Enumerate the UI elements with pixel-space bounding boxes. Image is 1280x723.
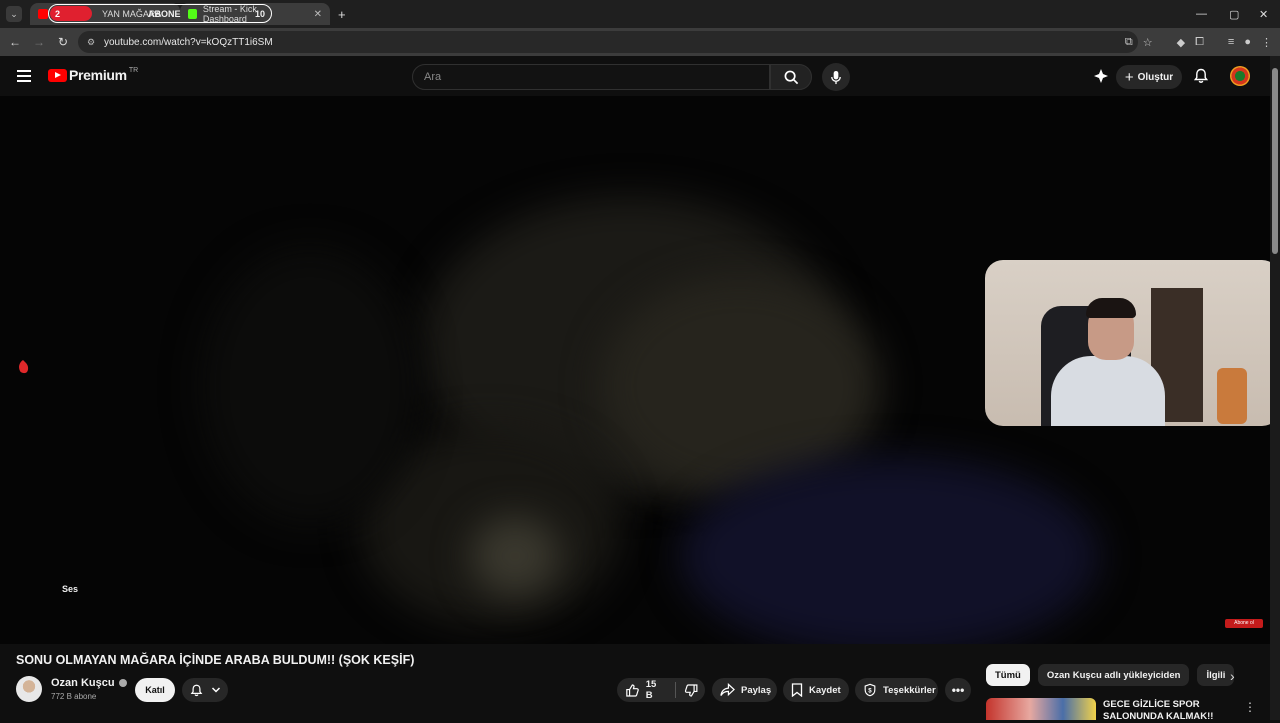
create-button[interactable]: + Oluştur bbox=[1116, 65, 1182, 89]
chevron-down-icon bbox=[211, 687, 220, 693]
join-button[interactable]: Katıl bbox=[135, 678, 175, 702]
youtube-favicon-icon bbox=[38, 9, 48, 19]
streamer-body-image bbox=[1051, 356, 1165, 426]
share-icon bbox=[720, 683, 735, 697]
subscriber-goal-overlay: 2 ABONE 10 bbox=[48, 4, 272, 23]
logo-text: Premium bbox=[69, 67, 127, 83]
recommended-video-thumbnail[interactable] bbox=[986, 698, 1096, 720]
bottle-image bbox=[1217, 368, 1247, 424]
chip-from-uploader[interactable]: Ozan Kuşcu adlı yükleyiciden bbox=[1037, 664, 1190, 686]
media-control-icon[interactable]: ≡ bbox=[1228, 36, 1234, 48]
like-count: 15 B bbox=[645, 679, 657, 701]
channel-watermark-icon bbox=[19, 360, 29, 374]
reload-button[interactable]: ↻ bbox=[51, 35, 75, 49]
svg-text:$: $ bbox=[868, 688, 872, 695]
extension-diamond-icon[interactable]: ◆ bbox=[1177, 36, 1185, 49]
like-dislike-group: 15 B bbox=[617, 678, 705, 702]
dislike-thumb-icon[interactable] bbox=[684, 683, 699, 698]
forward-button[interactable]: → bbox=[27, 35, 51, 49]
hamburger-menu-icon[interactable] bbox=[17, 70, 31, 82]
tab-close-icon[interactable]: ✕ bbox=[314, 9, 322, 20]
page-scrollbar[interactable] bbox=[1270, 56, 1280, 720]
bookmark-icon bbox=[791, 683, 803, 697]
bookmark-star-icon[interactable]: ☆ bbox=[1143, 36, 1153, 49]
sparkle-icon[interactable] bbox=[1093, 68, 1109, 84]
video-overlay-text: Ses bbox=[62, 584, 79, 594]
back-button[interactable]: ← bbox=[3, 35, 27, 49]
profile-icon[interactable]: ● bbox=[1244, 36, 1251, 48]
verified-badge-icon bbox=[118, 679, 127, 687]
channel-avatar[interactable] bbox=[16, 676, 42, 702]
tab-search-button[interactable]: ⌄ bbox=[6, 6, 22, 22]
plus-icon: + bbox=[1124, 68, 1134, 86]
country-code: TR bbox=[128, 66, 139, 74]
youtube-play-icon bbox=[48, 68, 67, 82]
create-label: Oluştur bbox=[1137, 71, 1174, 83]
search-button[interactable] bbox=[770, 64, 812, 90]
goal-target: 10 bbox=[254, 8, 265, 19]
window-close-button[interactable]: ✕ bbox=[1259, 0, 1268, 28]
user-avatar[interactable] bbox=[1230, 66, 1250, 86]
subscription-bell-button[interactable] bbox=[182, 678, 228, 702]
chip-all[interactable]: Tümü bbox=[986, 664, 1030, 686]
share-label: Paylaş bbox=[741, 684, 772, 696]
url-field[interactable]: ⚙ youtube.com/watch?v=kOQzTT1i6SM bbox=[78, 31, 1138, 53]
maximize-button[interactable]: ▢ bbox=[1229, 0, 1239, 28]
minimize-button[interactable]: — bbox=[1196, 0, 1207, 28]
like-thumb-icon[interactable] bbox=[625, 683, 640, 698]
browser-menu-icon[interactable]: ⋮ bbox=[1261, 36, 1272, 49]
recommended-more-icon[interactable]: ⋮ bbox=[1244, 700, 1256, 714]
url-text: youtube.com/watch?v=kOQzTT1i6SM bbox=[104, 36, 273, 48]
search-input[interactable]: Ara bbox=[412, 64, 770, 90]
search-icon bbox=[784, 70, 798, 84]
goal-label: ABONE bbox=[148, 8, 181, 19]
subscribe-watermark[interactable]: Abone ol bbox=[1225, 619, 1263, 628]
chip-related[interactable]: İlgili bbox=[1197, 664, 1235, 686]
thanks-label: Teşekkürler bbox=[883, 684, 936, 696]
notifications-bell-icon[interactable] bbox=[1193, 68, 1209, 84]
youtube-premium-logo[interactable]: Premium TR bbox=[48, 67, 138, 83]
save-label: Kaydet bbox=[809, 684, 841, 696]
scrollbar-thumb[interactable] bbox=[1272, 68, 1278, 254]
video-title: SONU OLMAYAN MAĞARA İÇİNDE ARABA BULDUM!… bbox=[16, 653, 415, 667]
thanks-button[interactable]: $ Teşekkürler bbox=[855, 678, 938, 702]
browser-toolbar-icons: ⧉ ☆ ◆ ⧠ ≡ ● ⋮ bbox=[1125, 28, 1272, 56]
streamer-webcam-overlay bbox=[985, 260, 1280, 426]
chips-next-chevron-icon[interactable]: › bbox=[1230, 668, 1235, 684]
related-chips: Tümü Ozan Kuşcu adlı yükleyiciden İlgili bbox=[986, 664, 1235, 686]
extensions-puzzle-icon[interactable]: ⧠ bbox=[1195, 36, 1204, 49]
bell-icon bbox=[190, 684, 202, 696]
more-horizontal-icon: ••• bbox=[951, 683, 965, 697]
youtube-header: Premium TR Ara + Oluştur bbox=[0, 56, 1270, 96]
streamer-hair-image bbox=[1086, 298, 1136, 318]
microphone-icon bbox=[831, 70, 841, 84]
goal-count: 2 bbox=[50, 6, 92, 21]
channel-name[interactable]: Ozan Kuşcu bbox=[51, 677, 115, 689]
super-thanks-icon: $ bbox=[864, 683, 876, 697]
more-actions-button[interactable]: ••• bbox=[945, 678, 971, 702]
install-app-icon[interactable]: ⧉ bbox=[1125, 36, 1133, 49]
new-tab-button[interactable]: + bbox=[338, 7, 346, 22]
voice-search-button[interactable] bbox=[822, 63, 850, 91]
save-button[interactable]: Kaydet bbox=[783, 678, 849, 702]
share-button[interactable]: Paylaş bbox=[712, 678, 777, 702]
address-bar-row: ← → ↻ ⚙ youtube.com/watch?v=kOQzTT1i6SM … bbox=[0, 28, 1280, 56]
site-info-icon[interactable]: ⚙ bbox=[87, 37, 95, 48]
subscriber-count: 772 B abone bbox=[51, 692, 97, 701]
recommended-video-title[interactable]: GECE GİZLİCE SPOR SALONUNDA KALMAK!! bbox=[1103, 699, 1223, 723]
channel-name-row[interactable]: Ozan Kuşcu bbox=[51, 677, 127, 689]
